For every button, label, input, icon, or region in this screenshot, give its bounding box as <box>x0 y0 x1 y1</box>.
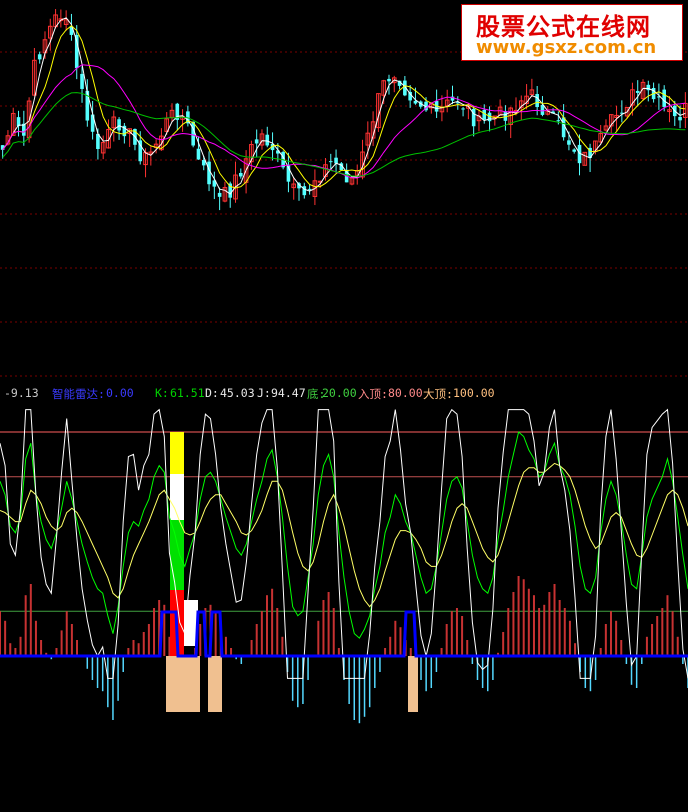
signal-block <box>166 656 200 712</box>
signal-column-green <box>170 520 184 590</box>
candle-down <box>678 116 682 121</box>
d-value: 45.03 <box>220 386 255 400</box>
j-line-white <box>0 408 688 679</box>
candle-down <box>535 94 539 108</box>
candle-down <box>328 161 333 163</box>
k-line-green <box>0 431 688 639</box>
candle-down <box>387 78 391 82</box>
candle-down <box>207 161 211 185</box>
candle-down <box>556 120 561 122</box>
big-top-value: 100.00 <box>453 386 495 400</box>
candle-down <box>662 89 666 107</box>
candle-down <box>117 119 121 131</box>
j-label: J: <box>257 386 271 400</box>
candle-down <box>37 54 42 60</box>
signal-block <box>408 656 418 712</box>
indicator-value-left: -9.13 <box>4 386 39 400</box>
candle-down <box>80 73 84 89</box>
k-value: 61.51 <box>170 386 205 400</box>
watermark-logo: 股票公式在线网 www.gsxz.com.cn <box>461 4 683 61</box>
candle-down <box>334 157 338 164</box>
candle-down <box>196 148 201 160</box>
candle-down <box>567 140 571 145</box>
candle-down <box>22 123 26 136</box>
candle-down <box>635 90 640 93</box>
big-top-label: 大顶: <box>423 387 453 401</box>
d-label: D: <box>205 386 219 400</box>
stock-chart[interactable] <box>0 0 688 812</box>
watermark-url: www.gsxz.com.cn <box>476 37 657 58</box>
entry-top-value: 80.00 <box>388 386 423 400</box>
radar-label: 智能雷达: <box>52 387 105 401</box>
j-value: 94.47 <box>271 386 306 400</box>
candle-down <box>191 121 195 146</box>
signal-column-white <box>170 474 184 520</box>
signal-block <box>208 656 222 712</box>
candle-down <box>217 192 222 197</box>
bottom-value: 20.00 <box>322 386 357 400</box>
candle-down <box>307 188 312 190</box>
candle-down <box>239 173 243 177</box>
signal-column-yellow <box>170 432 184 474</box>
candle-down <box>254 139 259 144</box>
candle-down <box>265 134 270 146</box>
candle-down <box>461 108 465 110</box>
entry-top-label: 入顶: <box>358 387 388 401</box>
candle-down <box>572 149 577 152</box>
k-label: K: <box>155 386 169 400</box>
radar-value: 0.00 <box>106 386 134 400</box>
